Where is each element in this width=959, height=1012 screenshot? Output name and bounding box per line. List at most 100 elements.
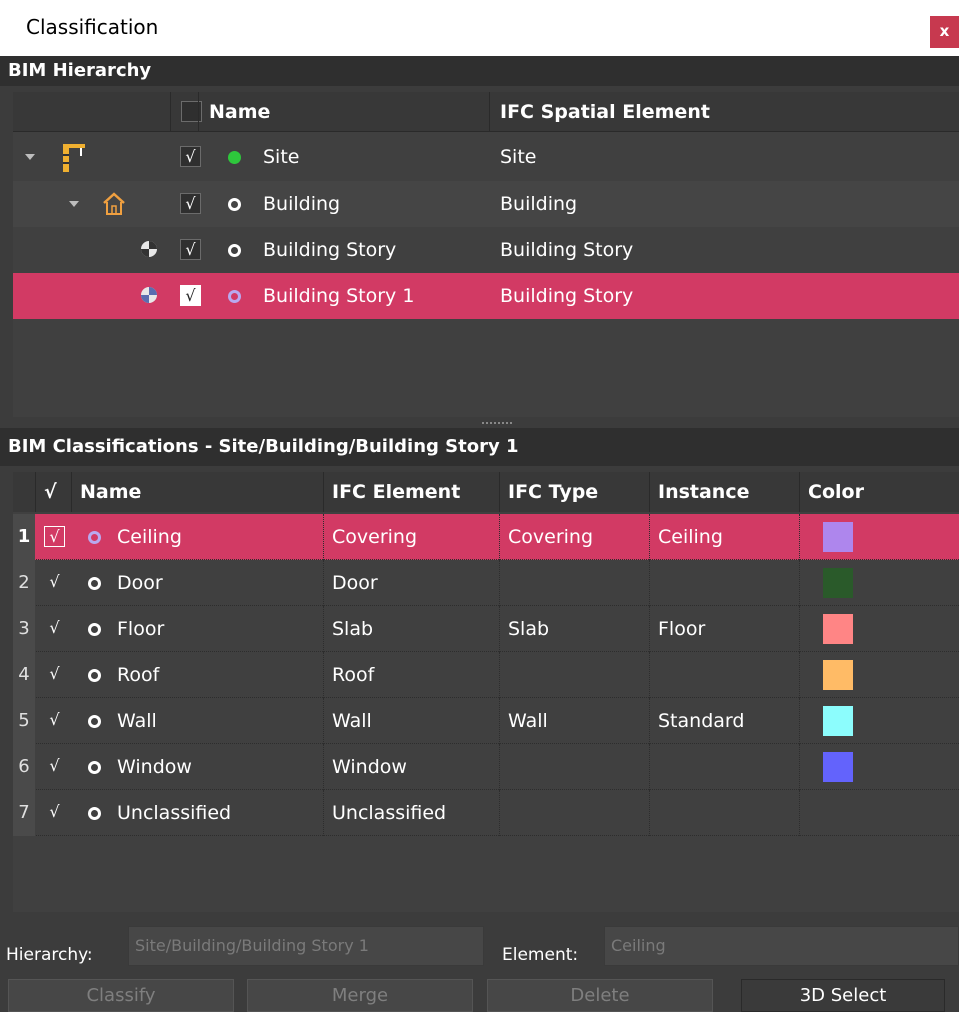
- ifc-element-cell: Covering: [323, 514, 499, 560]
- instance-cell: [649, 652, 799, 698]
- hierarchy-field[interactable]: Site/Building/Building Story 1: [128, 926, 484, 966]
- status-green-dot-icon: [228, 151, 241, 164]
- check-all-header[interactable]: √: [35, 472, 75, 512]
- tree-row-building-story[interactable]: √ Building Story Building Story: [13, 227, 959, 273]
- classifications-column-headers: √ Name IFC Element IFC Type Instance Col…: [13, 472, 959, 512]
- row-number: 5: [13, 698, 35, 744]
- color-column-header[interactable]: Color: [799, 472, 959, 512]
- row-checkbox[interactable]: √: [44, 802, 65, 823]
- name-cell: Door: [117, 572, 163, 594]
- table-row[interactable]: 7 √ Unclassified Unclassified: [13, 790, 959, 836]
- status-ring-icon: [228, 290, 241, 303]
- ifc-element-cell: Window: [323, 744, 499, 790]
- ifc-type-cell: [499, 790, 649, 836]
- row-number: 6: [13, 744, 35, 790]
- status-ring-icon: [88, 623, 101, 636]
- name-cell: Roof: [117, 664, 160, 686]
- window-title: Classification: [26, 15, 159, 39]
- row-number: 7: [13, 790, 35, 836]
- hierarchy-spatial-header[interactable]: IFC Spatial Element: [489, 92, 959, 132]
- element-field[interactable]: Ceiling: [604, 926, 959, 966]
- name-column-header[interactable]: Name: [71, 472, 323, 512]
- table-row[interactable]: 5 √ Wall Wall Wall Standard: [13, 698, 959, 744]
- classifications-table: √ Name IFC Element IFC Type Instance Col…: [13, 472, 959, 912]
- color-swatch[interactable]: [823, 568, 853, 598]
- color-swatch[interactable]: [823, 660, 853, 690]
- ifc-type-cell: Slab: [499, 606, 649, 652]
- hierarchy-tree: Name IFC Spatial Element √ Site Site √ B…: [13, 92, 959, 417]
- building-story-1-checkbox[interactable]: √: [180, 285, 201, 306]
- status-ring-icon: [88, 577, 101, 590]
- color-swatch[interactable]: [823, 706, 853, 736]
- tree-item-element: Building: [500, 193, 578, 215]
- ifc-element-cell: Slab: [323, 606, 499, 652]
- tree-item-element: Building Story: [500, 285, 634, 307]
- delete-button[interactable]: Delete: [487, 979, 713, 1012]
- tree-item-label: Building Story: [263, 239, 397, 261]
- table-row[interactable]: 6 √ Window Window: [13, 744, 959, 790]
- row-number: 2: [13, 560, 35, 606]
- color-swatch[interactable]: [823, 752, 853, 782]
- element-field-label: Element:: [502, 945, 579, 965]
- ifc-type-cell: [499, 744, 649, 790]
- status-ring-icon: [228, 244, 241, 257]
- row-checkbox[interactable]: √: [44, 526, 65, 547]
- ifc-type-cell: Covering: [499, 514, 649, 560]
- row-checkbox[interactable]: √: [44, 710, 65, 731]
- tree-item-label: Building: [263, 193, 341, 215]
- ifc-type-column-header[interactable]: IFC Type: [499, 472, 649, 512]
- row-number: 4: [13, 652, 35, 698]
- house-icon: [101, 181, 131, 227]
- crane-icon: [57, 134, 97, 180]
- table-row[interactable]: 2 √ Door Door: [13, 560, 959, 606]
- story-icon: [139, 273, 163, 319]
- row-number: 1: [13, 514, 35, 560]
- name-cell: Wall: [117, 710, 157, 732]
- color-swatch[interactable]: [823, 522, 853, 552]
- ifc-element-cell: Unclassified: [323, 790, 499, 836]
- classifications-header: BIM Classifications - Site/Building/Buil…: [0, 428, 959, 466]
- name-cell: Floor: [117, 618, 165, 640]
- color-cell[interactable]: [799, 790, 959, 836]
- tree-item-element: Site: [500, 146, 537, 168]
- instance-cell: [649, 744, 799, 790]
- table-row[interactable]: 3 √ Floor Slab Slab Floor: [13, 606, 959, 652]
- site-checkbox[interactable]: √: [180, 146, 201, 167]
- expand-arrow-icon[interactable]: [25, 154, 35, 160]
- hierarchy-field-label: Hierarchy:: [6, 945, 93, 965]
- tree-row-building[interactable]: √ Building Building: [13, 181, 959, 227]
- row-number: 3: [13, 606, 35, 652]
- name-cell: Unclassified: [117, 802, 232, 824]
- hierarchy-header: BIM Hierarchy: [0, 56, 959, 86]
- panel-splitter-handle[interactable]: [482, 422, 512, 425]
- row-checkbox[interactable]: √: [44, 756, 65, 777]
- expand-arrow-icon[interactable]: [69, 201, 79, 207]
- status-ring-icon: [228, 198, 241, 211]
- building-checkbox[interactable]: √: [180, 193, 201, 214]
- close-button[interactable]: x: [930, 16, 959, 48]
- instance-cell: [649, 560, 799, 606]
- tree-row-building-story-1[interactable]: √ Building Story 1 Building Story: [13, 273, 959, 319]
- ifc-element-column-header[interactable]: IFC Element: [323, 472, 499, 512]
- hierarchy-name-header[interactable]: Name: [198, 92, 488, 132]
- building-story-checkbox[interactable]: √: [180, 239, 201, 260]
- instance-column-header[interactable]: Instance: [649, 472, 799, 512]
- row-checkbox[interactable]: √: [44, 618, 65, 639]
- classify-button[interactable]: Classify: [8, 979, 234, 1012]
- ifc-element-cell: Roof: [323, 652, 499, 698]
- table-row[interactable]: 4 √ Roof Roof: [13, 652, 959, 698]
- table-row[interactable]: 1 √ Ceiling Covering Covering Ceiling: [13, 514, 959, 560]
- row-checkbox[interactable]: √: [44, 572, 65, 593]
- ifc-element-cell: Door: [323, 560, 499, 606]
- color-swatch[interactable]: [823, 614, 853, 644]
- ifc-type-cell: [499, 560, 649, 606]
- status-ring-icon: [88, 669, 101, 682]
- hierarchy-column-headers: Name IFC Spatial Element: [13, 92, 959, 132]
- instance-cell: [649, 790, 799, 836]
- merge-button[interactable]: Merge: [247, 979, 473, 1012]
- tree-row-site[interactable]: √ Site Site: [13, 134, 959, 180]
- name-cell: Ceiling: [117, 526, 182, 548]
- row-checkbox[interactable]: √: [44, 664, 65, 685]
- ifc-type-cell: Wall: [499, 698, 649, 744]
- 3d-select-button[interactable]: 3D Select: [741, 979, 945, 1012]
